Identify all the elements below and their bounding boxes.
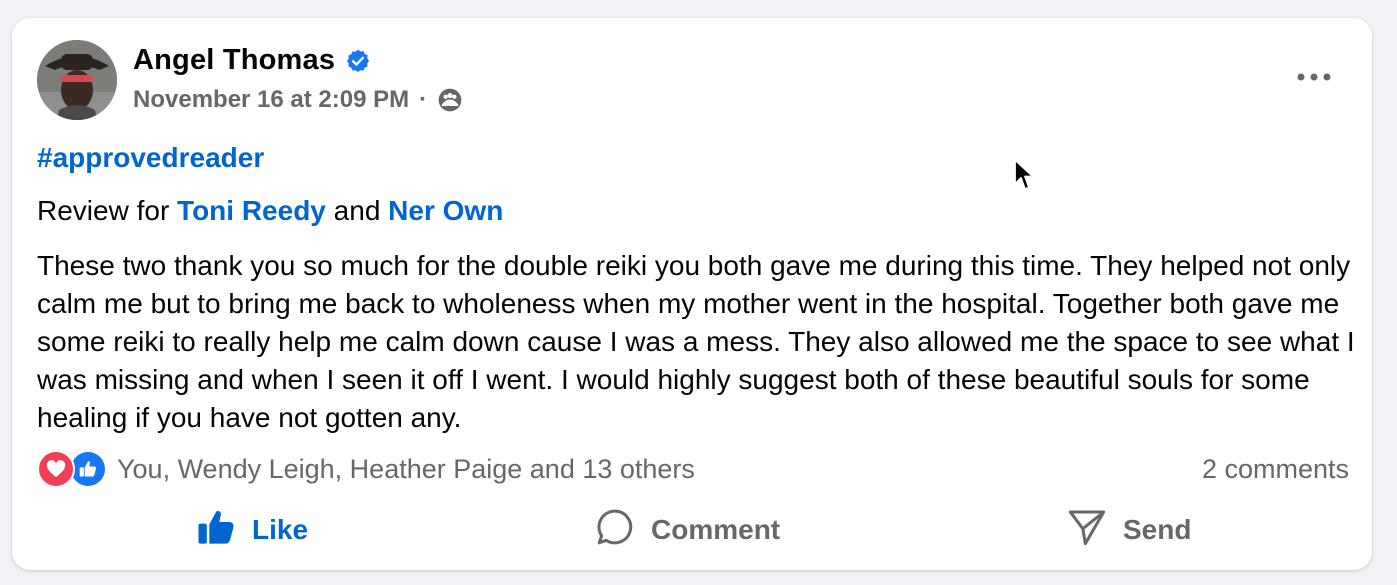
thumbs-up-icon: [196, 507, 236, 554]
author-name[interactable]: Angel Thomas: [133, 44, 335, 77]
post-meta: November 16 at 2:09 PM ·: [133, 86, 463, 114]
post-timestamp[interactable]: November 16 at 2:09 PM: [133, 86, 409, 114]
send-label: Send: [1123, 514, 1192, 545]
post-body: These two thank you so much for the doub…: [37, 250, 1355, 433]
post-card: Angel Thomas November 16 at 2:09 PM · #a…: [12, 18, 1372, 570]
meta-separator: ·: [419, 86, 428, 113]
mention-toni-reedy[interactable]: Toni Reedy: [177, 195, 326, 226]
mention-ner-own[interactable]: Ner Own: [388, 195, 503, 226]
love-icon: [37, 450, 75, 488]
send-button[interactable]: Send: [1067, 508, 1191, 552]
mouse-cursor-icon: [1014, 159, 1034, 190]
comment-label: Comment: [651, 514, 781, 545]
reaction-summary[interactable]: You, Wendy Leigh, Heather Paige and 13 o…: [37, 450, 695, 488]
send-icon: [1067, 507, 1107, 554]
review-and: and: [325, 195, 389, 226]
hashtag-link[interactable]: #approvedreader: [37, 142, 264, 174]
action-bar: Like Comment Send: [12, 508, 1372, 552]
review-line: Review for Toni Reedy and Ner Own: [37, 195, 503, 227]
reaction-names[interactable]: You, Wendy Leigh, Heather Paige and 13 o…: [117, 454, 695, 485]
verified-badge-icon: [345, 48, 371, 74]
like-label: Like: [252, 514, 309, 545]
audience-group-icon[interactable]: [437, 87, 463, 113]
comment-button[interactable]: Comment: [595, 508, 780, 552]
reactions-row: You, Wendy Leigh, Heather Paige and 13 o…: [37, 449, 1349, 489]
comments-count[interactable]: 2 comments: [1202, 454, 1349, 485]
author-row: Angel Thomas: [133, 44, 371, 77]
like-button[interactable]: Like: [196, 508, 308, 552]
more-options-icon[interactable]: [1294, 62, 1334, 92]
review-prefix: Review for: [37, 195, 178, 226]
comment-bubble-icon: [595, 507, 635, 554]
author-avatar[interactable]: [37, 40, 117, 120]
